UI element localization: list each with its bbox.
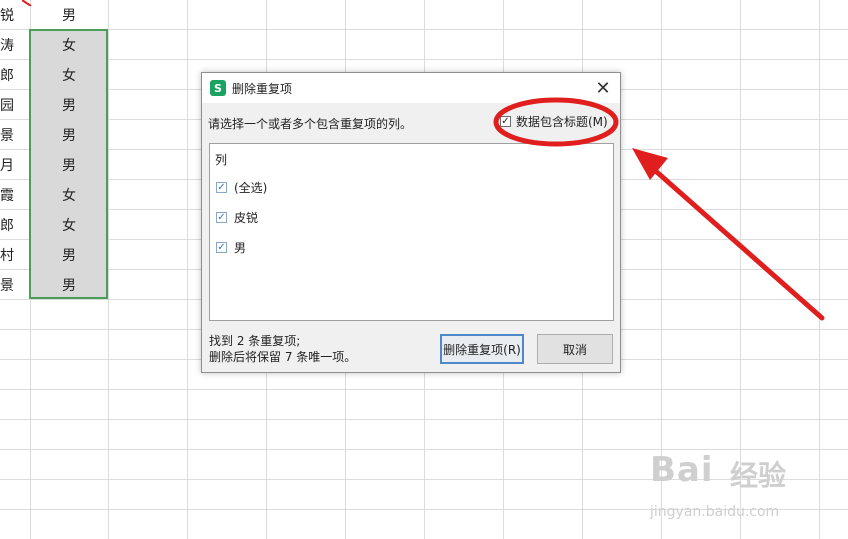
status-line-remaining: 删除后将保留 7 条唯一项。 — [209, 350, 357, 364]
cell-a5[interactable]: 景 — [0, 120, 30, 150]
columns-listbox[interactable]: 列 ✓ (全选) ✓ 皮锐 ✓ 男 — [209, 143, 614, 321]
cell-b7[interactable]: 女 — [30, 180, 108, 210]
list-item-select-all[interactable]: ✓ (全选) — [216, 179, 267, 196]
cell-b5[interactable]: 男 — [30, 120, 108, 150]
cell-b4[interactable]: 男 — [30, 90, 108, 120]
instruction-text: 请选择一个或者多个包含重复项的列。 — [208, 117, 413, 131]
data-has-headers-checkbox[interactable]: ✓ 数据包含标题(M) — [500, 113, 608, 130]
status-text: 找到 2 条重复项; 删除后将保留 7 条唯一项。 — [209, 333, 356, 365]
remove-duplicates-dialog: S 删除重复项 ✕ 请选择一个或者多个包含重复项的列。 ✓ 数据包含标题(M) … — [201, 72, 621, 373]
cell-b10[interactable]: 男 — [30, 270, 108, 300]
remove-duplicates-button[interactable]: 删除重复项(R) — [440, 334, 524, 364]
checkbox-label: 数据包含标题(M) — [516, 115, 608, 129]
checkbox-checked-icon: ✓ — [216, 181, 227, 193]
cell-a8[interactable]: 郎 — [0, 210, 30, 240]
cell-a4[interactable]: 园 — [0, 90, 30, 120]
close-button[interactable]: ✕ — [592, 77, 614, 99]
checkbox-checked-icon: ✓ — [216, 241, 227, 253]
cell-a3[interactable]: 郎 — [0, 60, 30, 90]
dialog-titlebar[interactable]: S 删除重复项 ✕ — [202, 73, 620, 103]
status-line-found: 找到 2 条重复项; — [209, 334, 301, 348]
cell-b2[interactable]: 女 — [30, 30, 108, 60]
list-header: 列 — [215, 153, 228, 167]
checkbox-checked-icon: ✓ — [500, 115, 511, 127]
watermark-brand: Bai — [650, 450, 714, 490]
cell-b1[interactable]: 男 — [30, 0, 108, 30]
list-item-column-2[interactable]: ✓ 男 — [216, 239, 246, 256]
checkbox-checked-icon: ✓ — [216, 211, 227, 223]
cancel-button[interactable]: 取消 — [537, 334, 613, 364]
cell-a7[interactable]: 霞 — [0, 180, 30, 210]
cell-a6[interactable]: 月 — [0, 150, 30, 180]
cell-b6[interactable]: 男 — [30, 150, 108, 180]
cell-a10[interactable]: 景 — [0, 270, 30, 300]
cell-b8[interactable]: 女 — [30, 210, 108, 240]
red-corner-mark — [22, 0, 32, 6]
dialog-title: 删除重复项 — [232, 81, 293, 96]
cell-b3[interactable]: 女 — [30, 60, 108, 90]
cell-a9[interactable]: 村 — [0, 240, 30, 270]
close-icon: ✕ — [595, 77, 611, 99]
wps-app-icon: S — [210, 80, 226, 96]
baidu-watermark: Bai 经验 jingyan.baidu.com — [650, 448, 840, 528]
watermark-cn: 经验 — [730, 459, 787, 492]
cell-a2[interactable]: 涛 — [0, 30, 30, 60]
cell-b9[interactable]: 男 — [30, 240, 108, 270]
watermark-url: jingyan.baidu.com — [650, 504, 780, 520]
list-item-column-1[interactable]: ✓ 皮锐 — [216, 209, 258, 226]
